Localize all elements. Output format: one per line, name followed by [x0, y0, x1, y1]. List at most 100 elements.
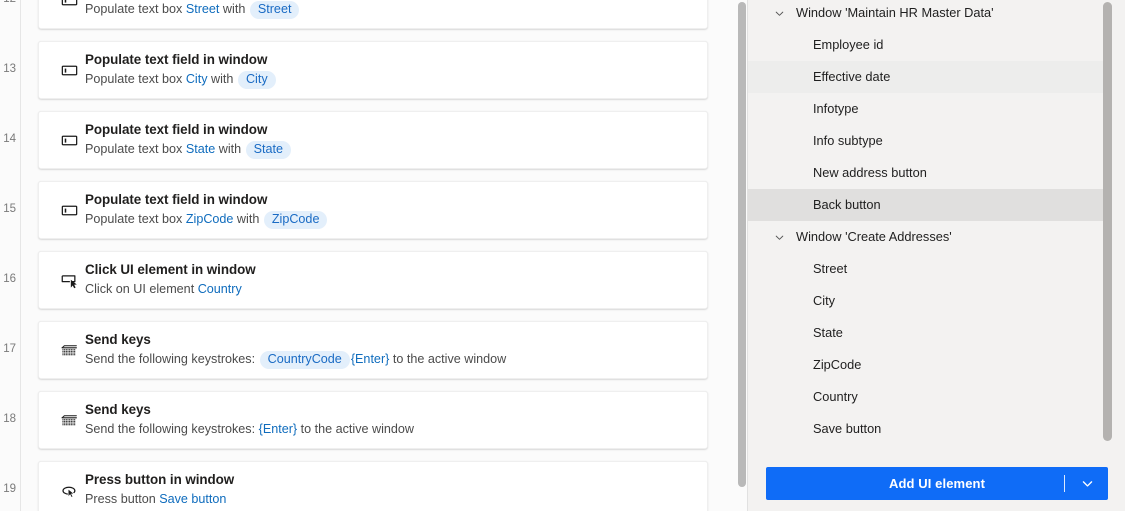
tree-item-label: Street [813, 261, 848, 276]
step-number: 18 [3, 413, 16, 425]
step-parameter-link[interactable]: Country [198, 282, 242, 296]
step-description-text: to the active window [297, 422, 415, 436]
tree-item-row[interactable]: Street [748, 253, 1108, 285]
ui-elements-scrollbar-thumb[interactable] [1103, 2, 1112, 441]
step-number-gutter: 12131415161718192021 [0, 0, 21, 511]
step-description: Populate text box ZipCode with ZipCode [85, 210, 695, 229]
power-automate-desktop-designer: 12131415161718192021 Populate text field… [0, 0, 1125, 511]
step-title: Populate text field in window [85, 122, 268, 137]
tree-item-row[interactable]: Employee id [748, 29, 1108, 61]
step-number: 12 [3, 0, 16, 6]
step-parameter-link[interactable]: Street [186, 2, 220, 16]
step-title: Send keys [85, 402, 151, 417]
tree-item-row[interactable]: Infotype [748, 93, 1108, 125]
step-parameter-link[interactable]: Save button [159, 492, 226, 506]
step-title: Send keys [85, 332, 151, 347]
step-description-text: with [233, 212, 263, 226]
tree-item-label: Info subtype [813, 133, 883, 148]
tree-item-label: Back button [813, 197, 881, 212]
add-ui-element-label: Add UI element [888, 476, 986, 491]
step-description-text: with [219, 2, 249, 16]
press-button-icon [58, 479, 80, 501]
tree-group-row[interactable]: Window 'Maintain HR Master Data' [748, 0, 1108, 29]
tree-item-row[interactable]: Country [748, 381, 1108, 413]
textbox-icon [58, 0, 80, 11]
tree-item-label: Country [813, 389, 858, 404]
step-description-text: Populate text box [85, 212, 186, 226]
step-variable-pill[interactable]: Street [249, 1, 300, 19]
ui-elements-scrollbar[interactable] [1101, 0, 1115, 448]
step-description-text: Press button [85, 492, 160, 506]
step-description-text: to the active window [389, 352, 507, 366]
step-description: Populate text box City with City [85, 70, 695, 89]
step-parameter-link[interactable]: City [186, 72, 208, 86]
textbox-icon [58, 129, 80, 151]
step-number: 13 [3, 63, 16, 75]
step-number: 15 [3, 203, 16, 215]
tree-item-label: Window 'Create Addresses' [796, 229, 952, 244]
keyboard-icon [58, 409, 80, 431]
chevron-down-icon[interactable] [1078, 475, 1096, 493]
step-title: Press button in window [85, 472, 235, 487]
step-parameter-link[interactable]: {Enter} [351, 352, 390, 366]
flow-step-card[interactable]: Press button in window Press button Save … [38, 461, 708, 511]
textbox-icon [58, 59, 80, 81]
step-description: Populate text box Street with Street [85, 0, 695, 19]
step-description-text: Click on UI element [85, 282, 198, 296]
step-description: Send the following keystrokes: {Enter} t… [85, 420, 695, 438]
tree-item-label: New address button [813, 165, 927, 180]
step-parameter-link[interactable]: State [186, 142, 215, 156]
flow-step-card[interactable]: Send keys Send the following keystrokes: … [38, 391, 708, 449]
step-variable-pill[interactable]: CountryCode [259, 351, 350, 369]
tree-group-row[interactable]: Window 'Create Addresses' [748, 221, 1108, 253]
step-description: Populate text box State with State [85, 140, 695, 159]
add-ui-element-split-button[interactable]: Add UI element [766, 467, 1108, 500]
chevron-down-icon[interactable] [770, 4, 788, 22]
step-number: 17 [3, 343, 16, 355]
step-number: 16 [3, 273, 16, 285]
step-title: Click UI element in window [85, 262, 256, 277]
step-description-text: with [207, 72, 237, 86]
chevron-down-icon[interactable] [770, 228, 788, 246]
step-description-text: Send the following keystrokes: [85, 422, 259, 436]
flow-step-card[interactable]: Populate text field in window Populate te… [38, 111, 708, 169]
step-variable-pill[interactable]: City [237, 71, 276, 89]
tree-item-row[interactable]: New address button [748, 157, 1108, 189]
step-description-text: Populate text box [85, 142, 186, 156]
tree-item-label: ZipCode [813, 357, 862, 372]
tree-item-label: Infotype [813, 101, 859, 116]
tree-item-row[interactable]: State [748, 317, 1108, 349]
tree-item-label: City [813, 293, 836, 308]
step-description-text: with [215, 142, 245, 156]
step-description-text: Populate text box [85, 72, 186, 86]
step-description-text: Send the following keystrokes: [85, 352, 259, 366]
tree-item-row[interactable]: Back button [748, 189, 1108, 221]
flow-step-card[interactable]: Populate text field in windowPopulate te… [38, 0, 708, 29]
step-variable-pill[interactable]: State [245, 141, 292, 159]
step-parameter-link[interactable]: ZipCode [186, 212, 234, 226]
tree-item-label: State [813, 325, 843, 340]
split-button-separator [1064, 475, 1065, 492]
step-description-text: Populate text box [85, 2, 186, 16]
step-number: 14 [3, 133, 16, 145]
flow-step-card[interactable]: Populate text field in windowPopulate te… [38, 41, 708, 99]
tree-item-row[interactable]: Info subtype [748, 125, 1108, 157]
tree-item-row[interactable]: Effective date [748, 61, 1108, 93]
flow-step-card[interactable]: Populate text field in window Populate te… [38, 181, 708, 239]
step-title: Populate text field in window [85, 192, 268, 207]
flow-panel-scrollbar-thumb[interactable] [738, 2, 746, 487]
step-number: 19 [3, 483, 16, 495]
tree-item-label: Employee id [813, 37, 884, 52]
flow-step-card[interactable]: Send keys Send the following keystrokes: … [38, 321, 708, 379]
keyboard-icon [58, 339, 80, 361]
tree-item-row[interactable]: City [748, 285, 1108, 317]
tree-item-row[interactable]: Save button [748, 413, 1108, 445]
flow-step-card[interactable]: Click UI element in window Click on UI el… [38, 251, 708, 309]
add-ui-element-button[interactable]: Add UI element [766, 467, 1108, 500]
flow-steps-panel: 12131415161718192021 Populate text field… [0, 0, 748, 511]
step-variable-pill[interactable]: ZipCode [263, 211, 328, 229]
step-description: Click on UI element Country [85, 280, 695, 298]
click-element-icon [58, 269, 80, 291]
tree-item-row[interactable]: ZipCode [748, 349, 1108, 381]
step-parameter-link[interactable]: {Enter} [259, 422, 298, 436]
